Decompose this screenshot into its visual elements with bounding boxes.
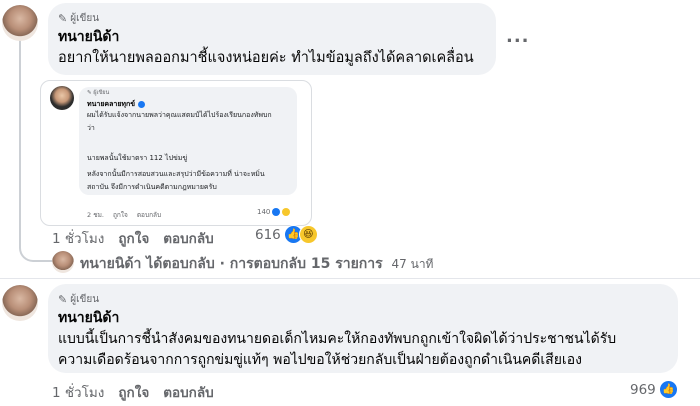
author-badge: ✎ ผู้เขียน: [58, 11, 99, 26]
embedded-meta: 2 ชม. ถูกใจ ตอบกลับ: [87, 210, 161, 220]
embedded-para1: ผมได้รับแจ้งจากนายพลว่าคุณแสตมป์ได้ไปร้อ…: [87, 111, 272, 132]
embedded-para2: นายพลนั้นใช้มาตรา 112 ไปข่มขู่: [87, 154, 188, 162]
avatar[interactable]: [2, 285, 38, 321]
embedded-time: 2 ชม.: [87, 211, 104, 219]
embedded-pencil-icon: ✎: [87, 90, 92, 96]
embedded-haha-icon: [282, 208, 291, 216]
reaction-count: 616: [255, 226, 281, 243]
pencil-icon: ✎: [58, 12, 68, 25]
author-tag-label: ผู้เขียน: [70, 294, 100, 305]
avatar[interactable]: [2, 5, 38, 41]
divider: [0, 278, 700, 279]
reaction-summary[interactable]: 616 👍 😆: [255, 225, 318, 244]
thread-line-curve: [19, 236, 53, 262]
reply-button[interactable]: ตอบกลับ: [163, 227, 213, 249]
embedded-image[interactable]: ✎ ผู้เขียน ทนายคลายทุกข์ ผมได้รับแจ้งจาก…: [40, 80, 312, 226]
more-options-icon[interactable]: ...: [506, 26, 530, 47]
reaction-count: 969: [630, 381, 656, 398]
author-name[interactable]: ทนายนิด้า: [58, 26, 119, 48]
reply-button[interactable]: ตอบกลับ: [163, 381, 213, 403]
embedded-reply: ตอบกลับ: [136, 211, 162, 219]
author-tag-label: ผู้เขียน: [70, 13, 100, 24]
verified-icon: [138, 101, 146, 108]
embedded-author-tag-label: ผู้เขียน: [93, 90, 110, 96]
comment-text-line1: แบบนี้เป็นการชี้นำสังคมของทนายดอเด็กไหมค…: [58, 331, 617, 347]
comment-text: อยากให้นายพลออกมาชี้แจงหน่อยค่ะ ทำไมข้อม…: [58, 50, 474, 66]
comment-actions: 1 ชั่วโมง ถูกใจ ตอบกลับ: [52, 381, 228, 403]
embedded-bubble: ✎ ผู้เขียน ทนายคลายทุกข์ ผมได้รับแจ้งจาก…: [79, 87, 297, 195]
haha-reaction-icon: 😆: [298, 225, 318, 244]
embedded-avatar: [50, 86, 74, 110]
comment-time[interactable]: 1 ชั่วโมง: [52, 227, 104, 249]
thread-line: [19, 40, 21, 247]
comment-actions: 1 ชั่วโมง ถูกใจ ตอบกลับ: [52, 227, 228, 249]
view-replies-text: ทนายนิด้า ได้ตอบกลับ · การตอบกลับ 15 ราย…: [80, 256, 383, 272]
author-badge: ✎ ผู้เขียน: [58, 292, 99, 307]
embedded-reaction-count: 140: [257, 208, 271, 216]
like-button[interactable]: ถูกใจ: [118, 381, 149, 403]
embedded-like: ถูกใจ: [112, 211, 128, 219]
reaction-summary[interactable]: 969 👍: [630, 380, 678, 399]
comment-text-line2: ความเดือดร้อนจากการถูกข่มขู่แท้ๆ พอไปขอใ…: [58, 352, 582, 368]
like-reaction-icon: 👍: [658, 380, 678, 399]
comment-bubble: ✎ ผู้เขียน ทนายนิด้า แบบนี้เป็นการชี้นำส…: [48, 284, 678, 373]
author-name[interactable]: ทนายนิด้า: [58, 307, 119, 329]
view-replies-time: 47 นาที: [391, 257, 434, 271]
embedded-para3: หลังจากนั้นมีการสอบสวนและสรุปว่ามีข้อควา…: [87, 170, 265, 191]
embedded-reactions: 140: [257, 208, 291, 216]
pencil-icon: ✎: [58, 293, 68, 306]
reply-avatar: [52, 251, 74, 273]
embedded-author-tag: ✎ ผู้เขียน: [87, 89, 109, 97]
view-replies-link[interactable]: ทนายนิด้า ได้ตอบกลับ · การตอบกลับ 15 ราย…: [80, 253, 433, 275]
like-button[interactable]: ถูกใจ: [118, 227, 149, 249]
embedded-like-icon: [272, 208, 281, 216]
comment-bubble: ✎ ผู้เขียน ทนายนิด้า อยากให้นายพลออกมาชี…: [48, 3, 496, 75]
comment-time[interactable]: 1 ชั่วโมง: [52, 381, 104, 403]
